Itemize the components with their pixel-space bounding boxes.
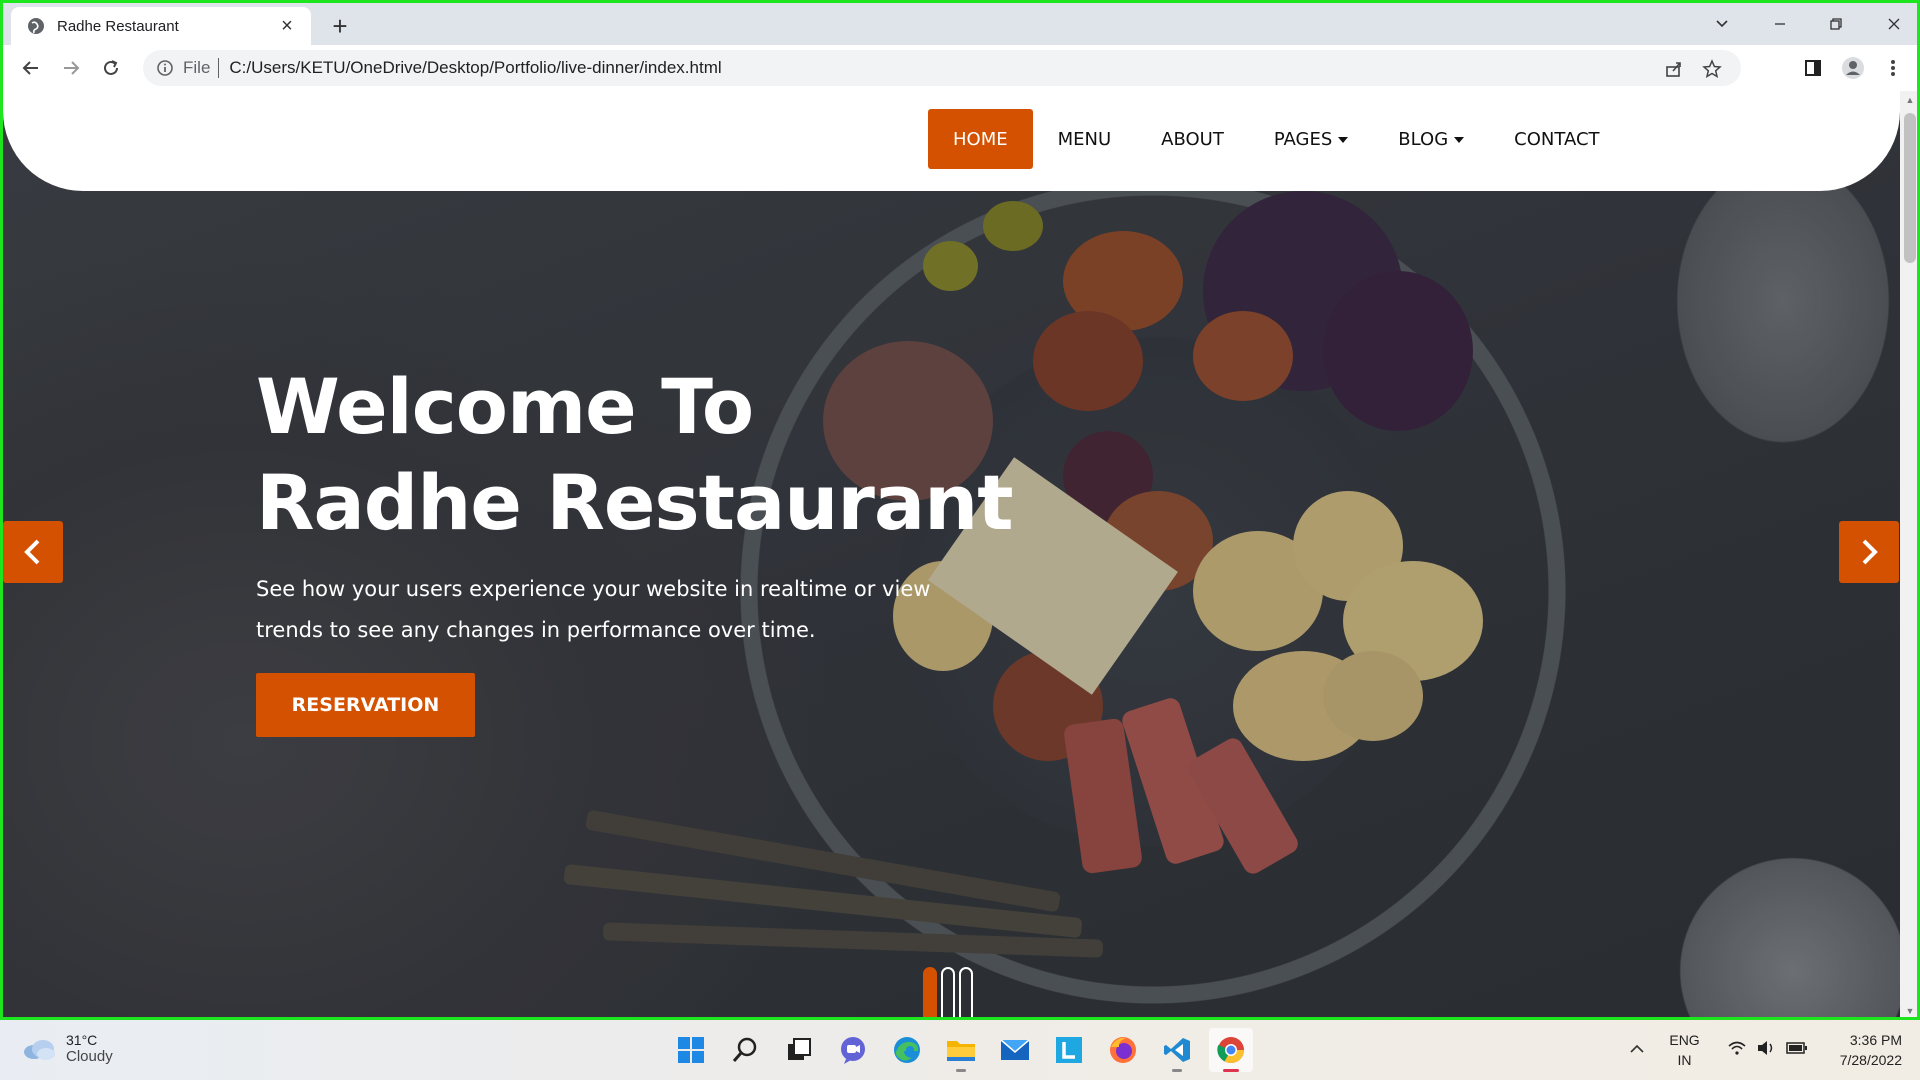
more-menu-icon[interactable] [1873, 48, 1913, 88]
nav-label: MENU [1057, 128, 1112, 150]
nav-item-pages[interactable]: PAGES [1249, 109, 1373, 169]
carousel-indicators [923, 967, 977, 1017]
url-scheme: File [183, 58, 211, 77]
tab-strip: Radhe Restaurant × + [3, 3, 1917, 45]
nav-label: BLOG [1398, 128, 1449, 150]
carousel-indicator-1[interactable] [923, 967, 937, 1017]
globe-icon [28, 18, 44, 34]
nav-item-menu[interactable]: MENU [1033, 109, 1137, 169]
tray-overflow-chevron-icon[interactable] [1629, 1041, 1645, 1059]
caret-down-icon [1338, 137, 1349, 143]
hero-subtitle-line1: See how your users experience your websi… [256, 577, 931, 601]
search-icon[interactable] [723, 1028, 767, 1072]
windows-taskbar: 31°C Cloudy ENG IN 3:36 PM 7/28/2022 [0, 1020, 1920, 1080]
browser-toolbar: File C:/Users/KETU/OneDrive/Desktop/Port… [3, 45, 1917, 91]
nav-label: CONTACT [1514, 128, 1600, 150]
start-icon[interactable] [669, 1028, 713, 1072]
profile-avatar-icon[interactable] [1833, 48, 1873, 88]
chrome-icon[interactable] [1209, 1028, 1253, 1072]
carousel-indicator-3[interactable] [959, 967, 973, 1017]
weather-condition: Cloudy [66, 1048, 113, 1065]
region-code: IN [1677, 1052, 1692, 1068]
cloud-icon [24, 1039, 55, 1060]
teams-chat-icon[interactable] [831, 1028, 875, 1072]
taskbar-clock[interactable]: 3:36 PM 7/28/2022 [1840, 1030, 1902, 1070]
weather-widget[interactable]: 31°C Cloudy [22, 1032, 113, 1065]
nav-menu: HOME MENU ABOUT PAGES BLOG CONTACT [928, 109, 1625, 169]
side-panel-icon[interactable] [1793, 48, 1833, 88]
nav-item-blog[interactable]: BLOG [1373, 109, 1489, 169]
new-tab-button[interactable]: + [325, 11, 355, 41]
firefox-icon[interactable] [1101, 1028, 1145, 1072]
nav-item-contact[interactable]: CONTACT [1489, 109, 1624, 169]
task-view-icon[interactable] [777, 1028, 821, 1072]
file-explorer-icon[interactable] [939, 1028, 983, 1072]
running-indicator [1223, 1069, 1239, 1072]
system-tray: ENG IN 3:36 PM 7/28/2022 [1629, 1028, 1902, 1072]
reservation-button[interactable]: RESERVATION [256, 673, 475, 737]
site-navbar: HOME MENU ABOUT PAGES BLOG CONTACT [3, 91, 1900, 191]
wifi-icon [1728, 1041, 1746, 1060]
running-indicator [956, 1069, 966, 1072]
nav-label: HOME [953, 128, 1008, 150]
scroll-up-arrow-icon[interactable]: ▲ [1900, 91, 1917, 109]
weather-temp: 31°C [66, 1032, 98, 1048]
mail-icon[interactable] [993, 1028, 1037, 1072]
tab-search-chevron-icon[interactable] [1697, 7, 1747, 41]
close-tab-icon[interactable]: × [275, 14, 299, 38]
clock-date: 7/28/2022 [1839, 1052, 1902, 1068]
nav-item-home[interactable]: HOME [928, 109, 1033, 169]
hero-title: Welcome To Radhe Restaurant [256, 359, 1014, 551]
edge-icon[interactable] [885, 1028, 929, 1072]
l-app-icon[interactable] [1047, 1028, 1091, 1072]
language-indicator[interactable]: ENG IN [1669, 1030, 1699, 1070]
back-icon[interactable] [11, 48, 51, 88]
nav-label: ABOUT [1161, 128, 1224, 150]
running-indicator [1172, 1069, 1182, 1072]
hero-subtitle: See how your users experience your websi… [256, 569, 956, 651]
carousel-next-button[interactable] [1839, 521, 1899, 583]
carousel-prev-button[interactable] [3, 521, 63, 583]
share-icon[interactable] [1655, 54, 1693, 84]
forward-icon[interactable] [51, 48, 91, 88]
system-icons[interactable] [1728, 1040, 1818, 1061]
browser-tab[interactable]: Radhe Restaurant × [11, 7, 311, 45]
hero-title-line2: Radhe Restaurant [256, 458, 1014, 547]
scroll-thumb[interactable] [1904, 113, 1916, 263]
chevron-right-icon [1862, 539, 1878, 565]
nav-item-about[interactable]: ABOUT [1136, 109, 1249, 169]
scroll-down-arrow-icon[interactable]: ▼ [1900, 1002, 1917, 1017]
vscode-icon[interactable] [1155, 1028, 1199, 1072]
hero-content: Welcome To Radhe Restaurant See how your… [256, 359, 1014, 737]
tab-title: Radhe Restaurant [57, 17, 179, 35]
carousel-indicator-2[interactable] [941, 967, 955, 1017]
caret-down-icon [1454, 137, 1465, 143]
clock-time: 3:36 PM [1849, 1032, 1902, 1048]
address-bar[interactable]: File C:/Users/KETU/OneDrive/Desktop/Port… [143, 50, 1741, 86]
volume-icon [1756, 1040, 1776, 1061]
browser-window: Radhe Restaurant × + File C:/Users/KETU/… [0, 0, 1920, 1020]
page-scrollbar[interactable]: ▲ ▼ [1900, 91, 1917, 1017]
restore-icon[interactable] [1811, 7, 1861, 41]
lang-code: ENG [1669, 1032, 1700, 1048]
close-window-icon[interactable] [1869, 7, 1917, 41]
battery-icon [1785, 1041, 1808, 1059]
minimize-icon[interactable] [1755, 7, 1805, 41]
info-icon[interactable] [153, 56, 177, 80]
taskbar-apps [664, 1028, 1258, 1072]
hero-subtitle-line2: trends to see any changes in performance… [256, 618, 816, 642]
url-text[interactable]: C:/Users/KETU/OneDrive/Desktop/Portfolio… [229, 58, 721, 78]
url-separator [218, 58, 220, 78]
reload-icon[interactable] [91, 48, 131, 88]
nav-label: PAGES [1273, 128, 1333, 150]
bookmark-star-icon[interactable] [1693, 54, 1731, 84]
hero-title-line1: Welcome To [256, 362, 754, 451]
page-viewport: HOME MENU ABOUT PAGES BLOG CONTACT Welco… [3, 91, 1900, 1017]
chevron-left-icon [24, 539, 40, 565]
